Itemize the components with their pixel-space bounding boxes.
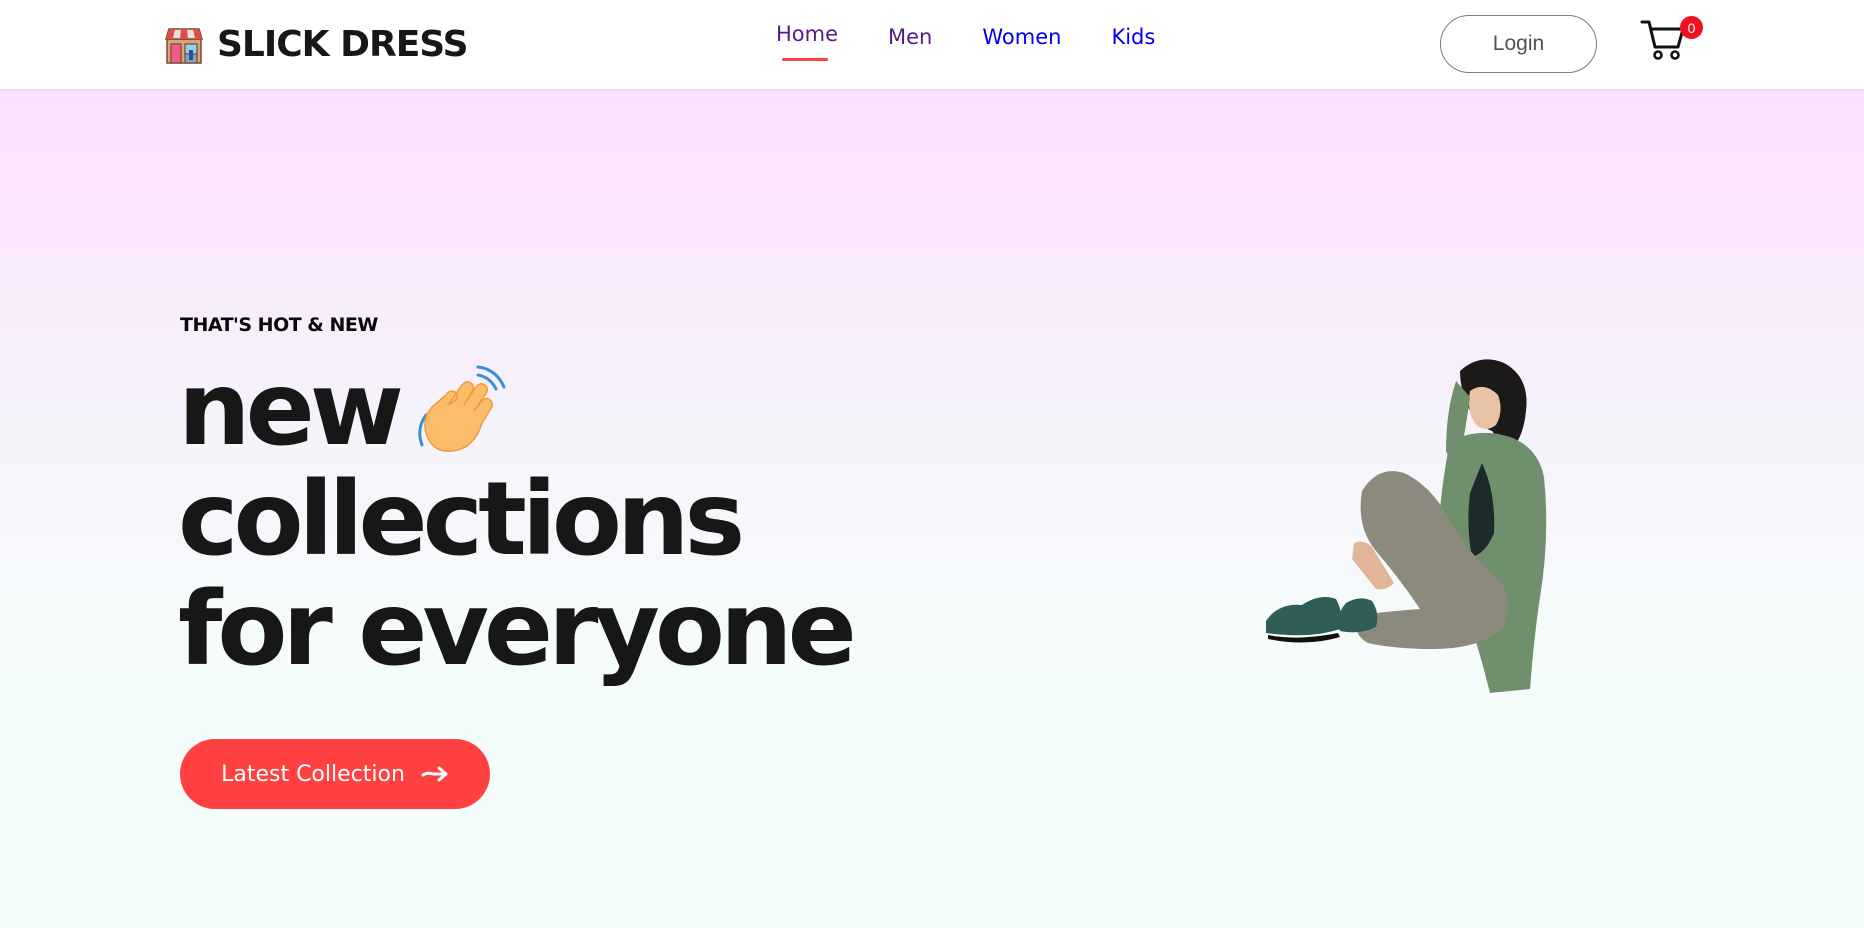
hero-headline-line-3: for everyone bbox=[178, 570, 857, 689]
hero-eyebrow: THAT'S HOT & NEW bbox=[180, 314, 378, 336]
nav-link-women[interactable]: Women bbox=[982, 25, 1061, 49]
storefront-icon bbox=[164, 28, 204, 64]
hero-section: THAT'S HOT & NEW new collections for eve… bbox=[0, 89, 1864, 928]
nav-link-home[interactable]: Home bbox=[776, 22, 838, 46]
nav-item-kids[interactable]: Kids bbox=[1111, 25, 1155, 49]
brand-name: SLICK DRESS bbox=[217, 23, 469, 65]
waving-hand-icon bbox=[418, 365, 506, 452]
model-sitting-photo bbox=[1266, 359, 1547, 693]
cart-button[interactable]: 0 bbox=[1640, 16, 1703, 64]
nav-item-men[interactable]: Men bbox=[888, 25, 932, 49]
nav-item-home[interactable]: Home bbox=[776, 22, 838, 61]
latest-collection-label: Latest Collection bbox=[221, 761, 405, 787]
main-nav: Home Men Women Kids bbox=[776, 22, 1155, 61]
arrow-right-icon bbox=[421, 766, 448, 782]
nav-link-kids[interactable]: Kids bbox=[1111, 25, 1155, 49]
brand[interactable]: SLICK DRESS bbox=[163, 22, 469, 66]
nav-item-women[interactable]: Women bbox=[982, 25, 1061, 49]
hero-headline-line-1: new bbox=[178, 350, 404, 469]
cart-count-badge: 0 bbox=[1680, 16, 1703, 39]
navbar: SLICK DRESS Home Men Women Kids Login 0 bbox=[0, 0, 1864, 89]
hero-headline-line-2: collections bbox=[178, 460, 745, 579]
login-button[interactable]: Login bbox=[1440, 15, 1597, 73]
latest-collection-button[interactable]: Latest Collection bbox=[180, 739, 490, 809]
active-nav-indicator bbox=[782, 58, 828, 61]
shopping-cart-icon bbox=[1640, 20, 1685, 60]
nav-link-men[interactable]: Men bbox=[888, 25, 932, 49]
